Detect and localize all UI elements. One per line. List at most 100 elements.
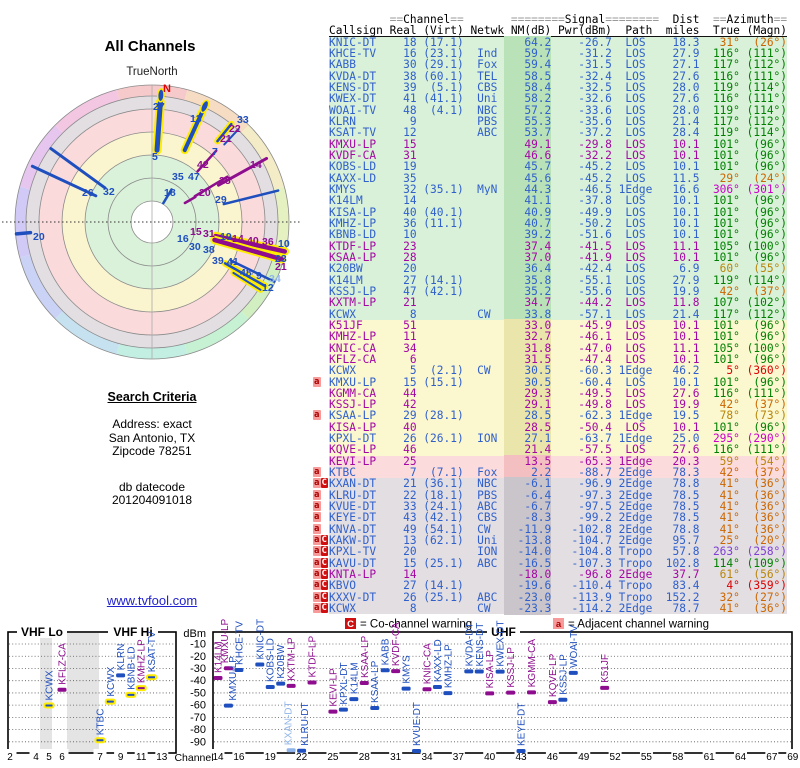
channel-tick-label: 7 bbox=[97, 752, 103, 763]
warning-markers: a bbox=[313, 501, 329, 512]
signal-marker-KMHZ-LP bbox=[135, 685, 147, 692]
channel-tick-label: 25 bbox=[327, 752, 339, 763]
warning-markers bbox=[313, 59, 329, 70]
station-label-KEYE-DT: KEYE-DT bbox=[517, 703, 528, 746]
signal-marker-K14LM bbox=[349, 697, 359, 702]
channel-spoke-label: 30 bbox=[189, 241, 201, 253]
warning-markers bbox=[313, 399, 329, 410]
station-label-KTDF-LP: KTDF-LP bbox=[308, 636, 319, 678]
warning-markers bbox=[313, 161, 329, 172]
signal-level-chart: VHF Lo VHF Hi UHFC = Co-channel warning a = A… bbox=[3, 618, 800, 764]
channel-spoke-label: 26 bbox=[82, 187, 94, 199]
channel-spoke-label: 14 bbox=[250, 159, 262, 171]
dbm-tick-label: -40 bbox=[190, 675, 206, 687]
warning-markers bbox=[313, 433, 329, 444]
search-criteria: Search Criteria Address: exact San Anton… bbox=[42, 390, 262, 508]
channel-spoke-label: 14 bbox=[232, 233, 244, 245]
warning-markers bbox=[313, 388, 329, 399]
criteria-address: Address: exact bbox=[112, 417, 192, 431]
station-label-K14LM: K14LM bbox=[349, 662, 360, 694]
station-label-KHCE-TV: KHCE-TV bbox=[234, 621, 245, 665]
station-label-KFLZ-CA: KFLZ-CA bbox=[58, 643, 69, 685]
channel-spoke-label: 48 bbox=[240, 267, 252, 279]
warning-markers: a bbox=[313, 523, 329, 535]
tvfool-link[interactable]: www.tvfool.com bbox=[42, 593, 262, 608]
tvfool-report: All Channels TrueNorth 27 5 13 33 22 21 7 42 35 4… bbox=[0, 0, 800, 768]
cochannel-legend-text: = Co-channel warning bbox=[360, 619, 472, 631]
warning-markers: a bbox=[313, 489, 329, 501]
warning-markers bbox=[313, 456, 329, 467]
channel-spoke-label: 20 bbox=[33, 231, 45, 243]
channel-tick-label: 13 bbox=[156, 752, 168, 763]
signal-marker-KXAN-DT bbox=[286, 748, 296, 753]
warning-markers bbox=[313, 184, 329, 195]
warning-markers bbox=[313, 127, 329, 138]
adjacent-warning-icon: a bbox=[313, 546, 321, 557]
warning-markers bbox=[313, 105, 329, 116]
station-label-KENS-DT: KENS-DT bbox=[475, 623, 486, 667]
signal-marker-KWEX-DT bbox=[495, 669, 505, 674]
channel-spoke-label: 13 bbox=[190, 113, 202, 125]
signal-marker-KSSJ-LP bbox=[506, 690, 516, 695]
signal-marker-KMXU-LP bbox=[223, 703, 233, 708]
channel-spoke-label: 39 bbox=[212, 255, 224, 267]
warning-markers: a bbox=[313, 467, 329, 478]
page-title: All Channels bbox=[104, 38, 196, 55]
signal-marker-KENS-DT bbox=[474, 669, 484, 674]
signal-marker-KCWX bbox=[104, 698, 116, 705]
channel-spoke-label: 19 bbox=[220, 231, 232, 243]
adjacent-warning-icon: a bbox=[313, 569, 321, 580]
signal-marker-KMYS bbox=[401, 686, 411, 691]
warning-markers bbox=[313, 150, 329, 161]
channel-spoke-label: 21 bbox=[220, 133, 232, 145]
signal-marker-KNIC-DT bbox=[255, 662, 265, 667]
channel-axis-label: Channel bbox=[174, 752, 213, 764]
channel-spoke-label: 12 bbox=[262, 282, 274, 294]
warning-markers bbox=[313, 331, 329, 342]
channel-spoke-label: 7 bbox=[212, 146, 218, 158]
signal-marker-KABB bbox=[380, 668, 390, 673]
station-label-KVDA-DT: KVDA-DT bbox=[464, 623, 475, 667]
signal-marker-KGMM-CA bbox=[527, 690, 536, 695]
warning-markers bbox=[313, 263, 329, 274]
signal-marker-KQVE-LP bbox=[547, 700, 557, 705]
warning-markers bbox=[313, 37, 329, 48]
channel-spoke-label: 10 bbox=[278, 238, 290, 250]
station-label-KSSJ-LP: KSSJ-LP bbox=[506, 647, 517, 688]
channel-tick-label: 11 bbox=[136, 752, 147, 763]
criteria-datecode-value: 201204091018 bbox=[111, 493, 193, 507]
station-label-KPXL-DT: KPXL-DT bbox=[339, 662, 350, 704]
station-label-KSAA-LP: KSAA-LP bbox=[360, 635, 371, 678]
warning-markers bbox=[313, 275, 329, 286]
warning-markers: aC bbox=[313, 478, 329, 489]
channel-tick-label: 9 bbox=[118, 752, 124, 763]
dbm-tick-label: -10 bbox=[190, 639, 206, 651]
station-label-KMHZ-LP: KMHZ-LP bbox=[443, 644, 454, 688]
channel-tick-label: 46 bbox=[547, 752, 559, 763]
signal-marker-KEYE-DT bbox=[516, 749, 526, 753]
cochannel-warning-icon: C bbox=[320, 546, 328, 557]
warning-markers: a bbox=[313, 376, 329, 388]
adjacent-warning-icon: a bbox=[313, 489, 321, 500]
criteria-datecode-label: db datecode bbox=[118, 479, 186, 494]
signal-marker-KVDF-CA bbox=[391, 669, 401, 674]
cochannel-warning-icon: C bbox=[320, 535, 328, 546]
warning-markers: aC bbox=[313, 557, 329, 569]
channel-tick-label: 69 bbox=[787, 752, 799, 763]
channel-tick-label: 28 bbox=[359, 752, 371, 763]
dbm-tick-label: -30 bbox=[190, 663, 206, 675]
svg-text:a: a bbox=[556, 619, 562, 630]
frequency-gap-band bbox=[67, 633, 99, 752]
station-label-K20BW: K20BW bbox=[276, 644, 287, 678]
station-label-KOBS-LD: KOBS-LD bbox=[266, 638, 277, 682]
channel-tick-label: 61 bbox=[704, 752, 716, 763]
station-label-KNIC-DT: KNIC-DT bbox=[255, 619, 266, 660]
station-label-KSSJ-LP: KSSJ-LP bbox=[558, 654, 569, 695]
signal-marker-KXTM-LP bbox=[286, 683, 296, 688]
signal-marker-KOBS-LD bbox=[265, 685, 275, 690]
channel-spoke-label: 41 bbox=[227, 256, 239, 268]
signal-marker-KSSJ-LP bbox=[558, 697, 568, 702]
signal-marker-KTDF-LP bbox=[307, 680, 317, 685]
station-label-WOAI-TV: WOAI-TV bbox=[569, 625, 580, 668]
station-label-KMYS: KMYS bbox=[402, 655, 413, 684]
